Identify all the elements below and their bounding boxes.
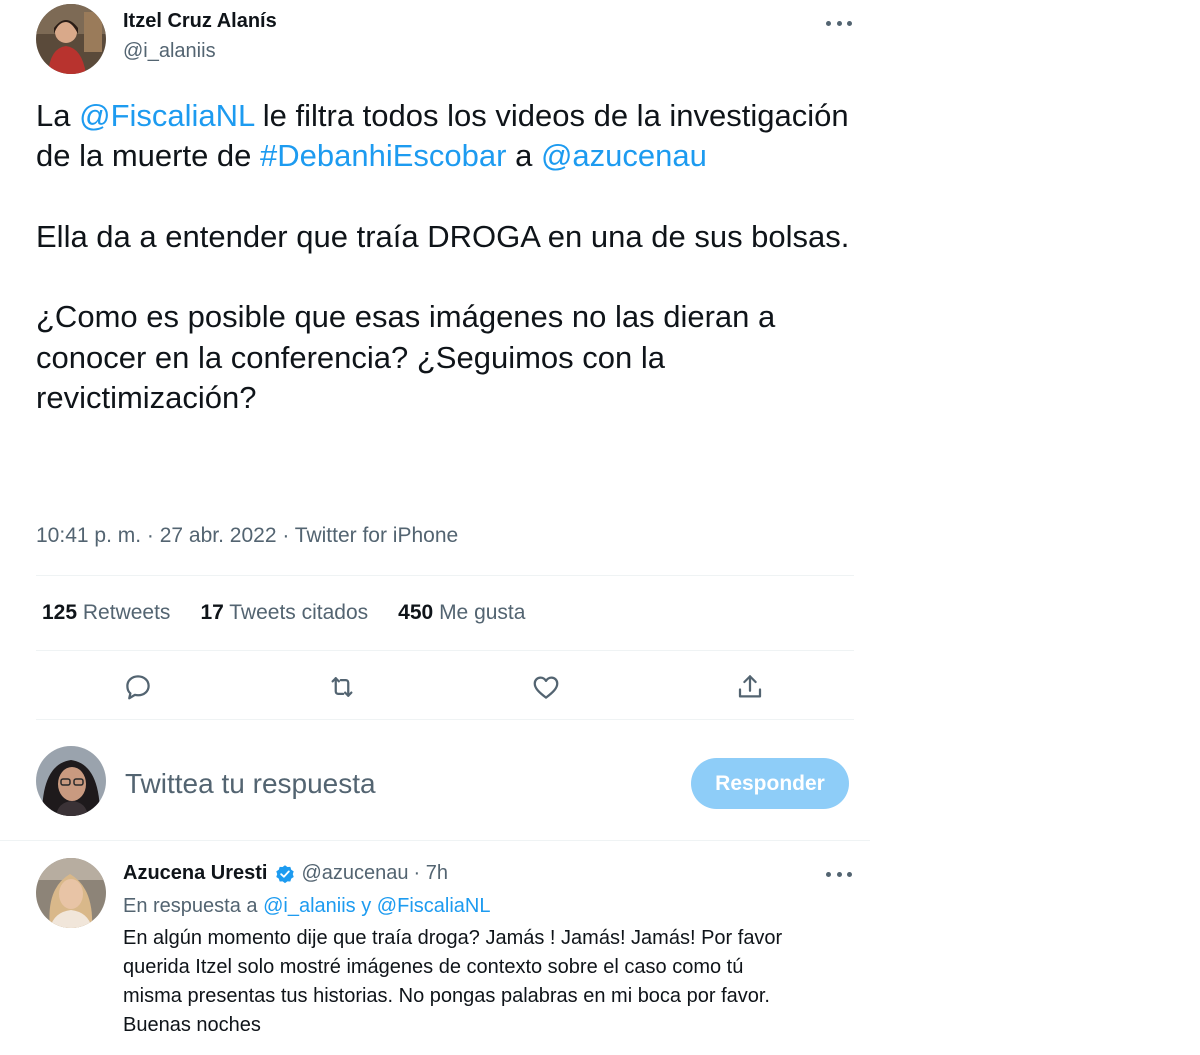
divider [36,719,854,720]
tweet-stats: 125 Retweets 17 Tweets citados 450 Me gu… [42,601,525,625]
tweet-text-segment: La [36,98,80,133]
current-user-avatar[interactable] [36,746,106,816]
likes-label: Me gusta [439,601,526,624]
retweets-label: Retweets [82,601,171,624]
tweet-link[interactable]: @FiscaliaNL [79,98,254,133]
tweet-link[interactable]: @azucenau [541,138,707,173]
retweets-count: 125 [42,601,78,624]
reply-header: Azucena Uresti @azucenau · 7h [123,862,448,885]
likes-stat[interactable]: 450 Me gusta [398,601,525,625]
mention-link[interactable]: @i_alaniis [263,895,356,917]
reply-text-line: En algún momento dije que traía droga? J… [123,927,783,949]
reply-author-name[interactable]: Azucena Uresti [123,862,268,885]
reply-author-handle[interactable]: @azucenau [302,862,409,885]
tweet-paragraph: La @FiscaliaNL le filtra todos los video… [36,96,856,177]
tweet-paragraph: ¿Como es posible que esas imágenes no la… [36,299,776,416]
in-reply-prefix: En respuesta a [123,895,264,917]
author-avatar[interactable] [36,4,106,74]
divider [0,840,870,841]
quotes-label: Tweets citados [229,601,369,624]
in-reply-to: En respuesta a @i_alaniis y @FiscaliaNL [123,895,490,918]
author-name[interactable]: Itzel Cruz Alanís [123,10,277,33]
quotes-count: 17 [200,601,224,624]
divider [36,650,854,651]
reply-button[interactable]: Responder [691,758,849,809]
tweet-timestamp[interactable]: 10:41 p. m. · 27 abr. 2022 · Twitter for… [36,524,458,548]
retweet-icon[interactable] [325,670,359,704]
mention-link[interactable]: @FiscaliaNL [377,895,491,917]
tweet-link[interactable]: #DebanhiEscobar [260,138,506,173]
reply-icon[interactable] [121,670,155,704]
tweet-text-segment: a [506,138,541,174]
share-icon[interactable] [733,670,767,704]
reply-text-line: querida Itzel solo mostré imágenes de co… [123,956,744,978]
reply-author-avatar[interactable] [36,858,106,928]
tweet-text: La @FiscaliaNL le filtra todos los video… [36,96,856,418]
tweet-paragraph: Ella da a entender que traía DROGA en un… [36,218,850,254]
retweets-stat[interactable]: 125 Retweets [42,601,170,625]
more-options-icon[interactable] [826,19,852,27]
verified-badge-icon [275,864,294,883]
in-reply-separator: y [355,895,377,917]
reply-time[interactable]: · 7h [414,862,448,885]
reply-text-line: misma presentas tus historias. No pongas… [123,985,770,1007]
quote-tweets-stat[interactable]: 17 Tweets citados [200,601,368,625]
reply-input[interactable] [125,766,645,802]
reply-text: En algún momento dije que traía droga? J… [123,924,843,1040]
author-handle[interactable]: @i_alaniis [123,40,216,63]
reply-text-line: Buenas noches [123,1014,261,1036]
like-icon[interactable] [529,670,563,704]
likes-count: 450 [398,601,434,624]
more-options-icon[interactable] [826,870,852,878]
tweet-detail-page: Itzel Cruz Alanís @i_alaniis La @Fiscali… [0,0,1200,1055]
divider [36,575,854,576]
